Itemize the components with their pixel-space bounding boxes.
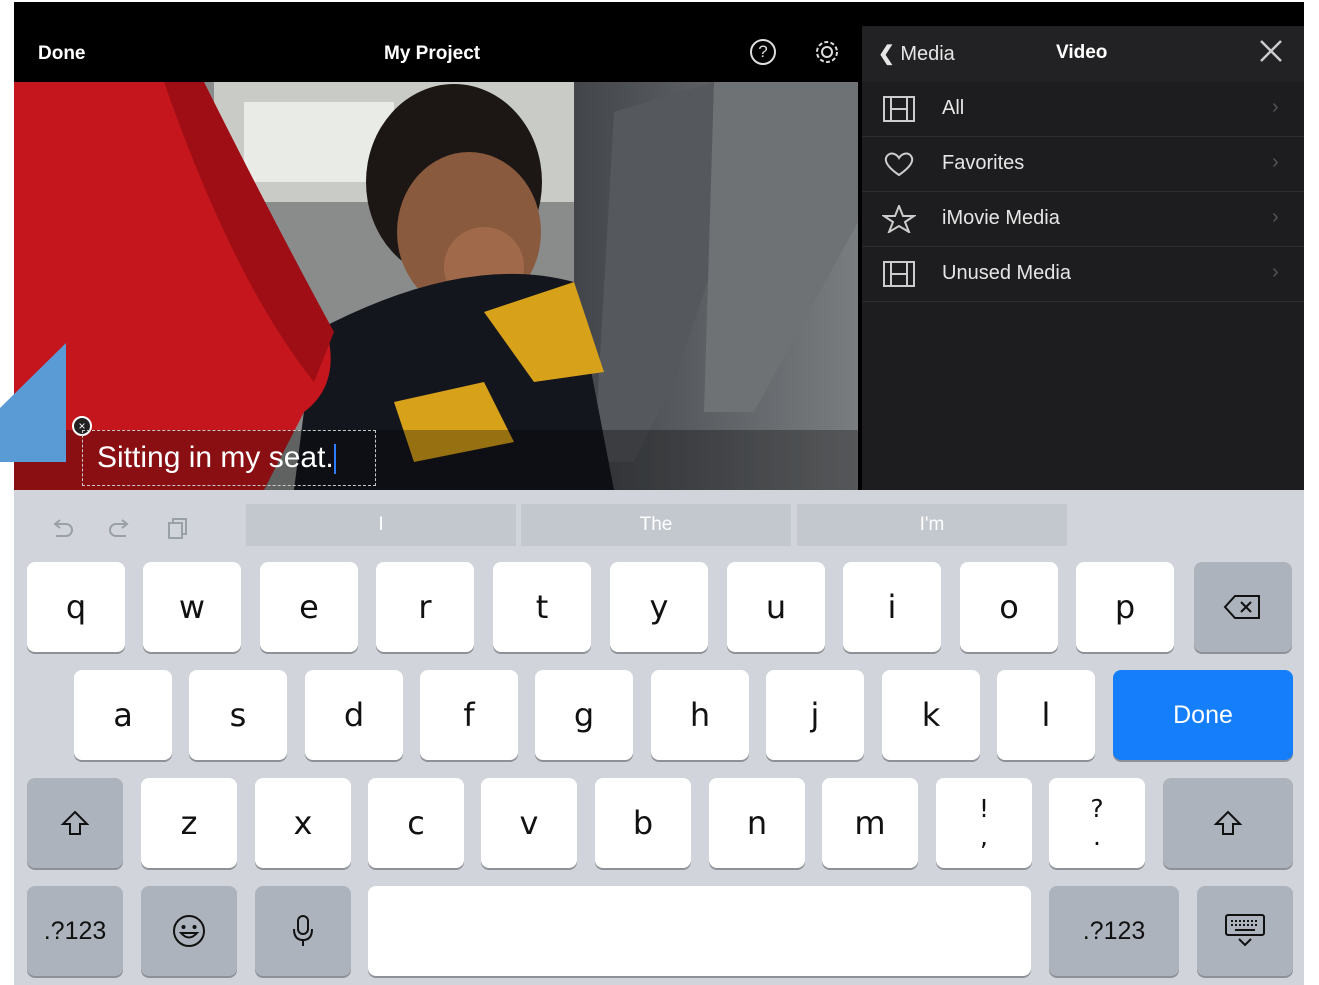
close-icon[interactable] [1258, 38, 1284, 64]
key-h[interactable]: h [651, 670, 749, 760]
panel-title: Video [1056, 42, 1108, 63]
backspace-key[interactable] [1194, 562, 1292, 652]
key-g[interactable]: g [535, 670, 633, 760]
chevron-left-icon: ❮ [878, 43, 895, 65]
suggestion-3[interactable]: I'm [797, 504, 1067, 546]
key-j[interactable]: j [766, 670, 864, 760]
media-item-all[interactable]: All › [862, 82, 1304, 137]
film-icon [883, 261, 915, 287]
chevron-right-icon: › [1272, 151, 1279, 173]
callout-arrow-icon [0, 343, 66, 462]
key-l[interactable]: l [997, 670, 1095, 760]
key-w[interactable]: w [143, 562, 241, 652]
key-d[interactable]: d [305, 670, 403, 760]
emoji-icon [173, 915, 205, 947]
key-v[interactable]: v [481, 778, 577, 868]
chevron-right-icon: › [1272, 261, 1279, 283]
media-panel-header: ❮ Media Video [862, 26, 1304, 82]
key-f[interactable]: f [420, 670, 518, 760]
done-button[interactable]: Done [38, 43, 86, 65]
chevron-right-icon: › [1272, 96, 1279, 118]
key-p[interactable]: p [1076, 562, 1174, 652]
app-window: Done My Project ? × Sitting in my seat. … [14, 2, 1304, 985]
paste-icon[interactable] [164, 514, 192, 542]
back-to-media-button[interactable]: ❮ Media [878, 41, 955, 66]
numbers-key-left[interactable]: .?123 [27, 886, 123, 976]
key-u[interactable]: u [727, 562, 825, 652]
key-bottom-char: . [1093, 822, 1101, 851]
help-icon[interactable]: ? [750, 39, 776, 65]
microphone-icon [293, 915, 313, 946]
space-bar[interactable] [368, 886, 1031, 976]
key-q[interactable]: q [27, 562, 125, 652]
media-item-favorites[interactable]: Favorites › [862, 137, 1304, 192]
key-question-period[interactable]: ? . [1049, 778, 1145, 868]
shift-left-key[interactable] [27, 778, 123, 868]
key-bottom-char: , [980, 822, 988, 851]
media-item-imovie-media[interactable]: iMovie Media › [862, 192, 1304, 247]
key-top-char: ? [1090, 794, 1104, 823]
backspace-icon [1223, 595, 1260, 619]
media-item-label: Favorites [942, 152, 1025, 174]
key-y[interactable]: y [610, 562, 708, 652]
star-icon [882, 205, 916, 233]
key-o[interactable]: o [960, 562, 1058, 652]
project-title: My Project [384, 43, 481, 64]
media-item-unused-media[interactable]: Unused Media › [862, 247, 1304, 302]
film-icon [883, 96, 915, 122]
key-r[interactable]: r [376, 562, 474, 652]
key-m[interactable]: m [822, 778, 918, 868]
keyboard-dismiss-icon [1225, 914, 1265, 947]
key-n[interactable]: n [709, 778, 805, 868]
hide-keyboard-key[interactable] [1197, 886, 1293, 976]
suggestion-2[interactable]: The [521, 504, 791, 546]
media-item-label: All [942, 97, 965, 119]
suggestion-1[interactable]: I [246, 504, 516, 546]
back-to-media-label: Media [900, 43, 955, 65]
shift-icon [1213, 810, 1243, 835]
key-t[interactable]: t [493, 562, 591, 652]
key-k[interactable]: k [882, 670, 980, 760]
redo-icon[interactable] [106, 514, 134, 542]
key-top-char: ! [978, 794, 990, 823]
chevron-right-icon: › [1272, 206, 1279, 228]
on-screen-keyboard: I The I'm q w e r t y u i o p a s d f g … [14, 490, 1304, 985]
undo-icon[interactable] [48, 514, 76, 542]
key-e[interactable]: e [260, 562, 358, 652]
dictation-key[interactable] [255, 886, 351, 976]
title-text-value: Sitting in my seat. [97, 441, 334, 474]
key-c[interactable]: c [368, 778, 464, 868]
shift-icon [60, 810, 90, 835]
top-bar: Done My Project ? [14, 26, 862, 82]
key-z[interactable]: z [141, 778, 237, 868]
keyboard-done-key[interactable]: Done [1113, 670, 1293, 760]
key-b[interactable]: b [595, 778, 691, 868]
heart-icon [884, 152, 914, 177]
title-text-field[interactable]: Sitting in my seat. [82, 430, 376, 486]
shift-right-key[interactable] [1163, 778, 1293, 868]
media-item-label: iMovie Media [942, 207, 1060, 229]
key-exclamation-comma[interactable]: ! , [936, 778, 1032, 868]
key-a[interactable]: a [74, 670, 172, 760]
key-s[interactable]: s [189, 670, 287, 760]
key-i[interactable]: i [843, 562, 941, 652]
media-item-label: Unused Media [942, 262, 1071, 284]
numbers-key-right[interactable]: .?123 [1049, 886, 1179, 976]
settings-gear-icon[interactable] [814, 39, 840, 65]
media-browser-panel: ❮ Media Video All › Favorites › iMovie M… [862, 26, 1304, 492]
video-preview[interactable] [14, 82, 858, 490]
text-cursor [333, 444, 336, 475]
emoji-key[interactable] [141, 886, 237, 976]
key-x[interactable]: x [255, 778, 351, 868]
video-frame-image [14, 82, 858, 490]
